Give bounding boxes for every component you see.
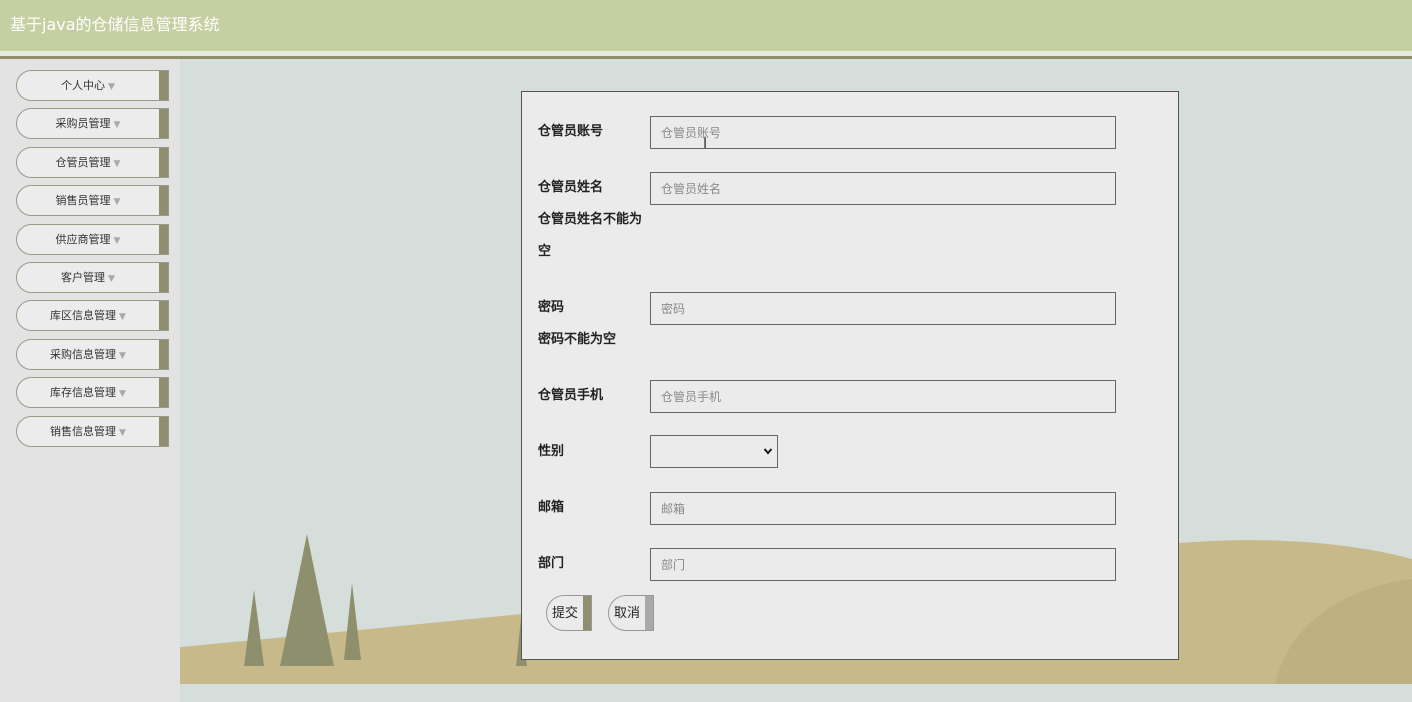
app-title: 基于java的仓储信息管理系统 <box>10 15 220 34</box>
sidebar-item-label: 销售员管理 <box>55 194 111 207</box>
caret-down-icon: ▼ <box>119 351 126 361</box>
submit-button-label: 提交 <box>551 606 578 621</box>
sidebar-item-label: 销售信息管理 <box>50 425 117 438</box>
sidebar-item-customer-management[interactable]: 客户管理 ▼ <box>16 262 169 293</box>
sidebar-item-label: 仓管员管理 <box>55 156 111 169</box>
email-label: 邮箱 <box>538 500 565 515</box>
sidebar-item-accent <box>159 301 168 330</box>
sidebar-item-accent <box>159 148 168 177</box>
caret-down-icon: ▼ <box>119 312 126 322</box>
sidebar-item-label: 供应商管理 <box>55 233 111 246</box>
caret-down-icon: ▼ <box>113 159 121 169</box>
tree-icon <box>344 583 361 660</box>
phone-input[interactable] <box>650 380 1116 413</box>
sidebar-item-label: 库区信息管理 <box>50 309 117 322</box>
sidebar-item-label: 库存信息管理 <box>50 386 117 399</box>
sidebar-item-purchase-info-management[interactable]: 采购信息管理 ▼ <box>16 339 169 370</box>
account-label: 仓管员账号 <box>538 124 604 139</box>
phone-label: 仓管员手机 <box>538 388 604 403</box>
text-cursor-icon: I <box>703 136 708 152</box>
sidebar-item-label: 客户管理 <box>61 271 106 284</box>
tree-icon <box>244 590 264 666</box>
caret-down-icon: ▼ <box>108 82 115 92</box>
submit-button[interactable]: 提交 <box>546 595 592 631</box>
gender-select[interactable] <box>650 435 778 468</box>
caret-down-icon: ▼ <box>113 236 121 246</box>
sidebar-item-label: 个人中心 <box>61 79 106 92</box>
password-input[interactable] <box>650 292 1116 325</box>
name-label: 仓管员姓名 <box>538 180 604 195</box>
department-input[interactable] <box>650 548 1116 581</box>
sidebar-item-label: 采购信息管理 <box>50 348 117 361</box>
account-input[interactable] <box>650 116 1116 149</box>
sidebar-item-accent <box>159 340 168 369</box>
warehouse-keeper-form: 仓管员账号 仓管员姓名 仓管员姓名不能为 空 密码 密码不能为空 仓管员手机 性… <box>521 91 1179 660</box>
submit-button-accent <box>583 596 591 630</box>
cancel-button-label: 取消 <box>613 606 640 621</box>
name-error-message: 仓管员姓名不能为 <box>538 212 643 227</box>
sidebar-item-sales-info-management[interactable]: 销售信息管理 ▼ <box>16 416 169 447</box>
name-error-message-continued: 空 <box>538 244 552 259</box>
department-label: 部门 <box>538 556 565 571</box>
sidebar-item-supplier-management[interactable]: 供应商管理 ▼ <box>16 224 169 255</box>
cancel-button[interactable]: 取消 <box>608 595 654 631</box>
sidebar-item-warehouse-keeper-management[interactable]: 仓管员管理 ▼ <box>16 147 169 178</box>
email-input[interactable] <box>650 492 1116 525</box>
sidebar-item-label: 采购员管理 <box>55 117 111 130</box>
sidebar-item-personal-center[interactable]: 个人中心 ▼ <box>16 70 169 101</box>
sidebar-item-accent <box>159 417 168 446</box>
sidebar-item-inventory-info-management[interactable]: 库存信息管理 ▼ <box>16 377 169 408</box>
sidebar-item-purchaser-management[interactable]: 采购员管理 ▼ <box>16 108 169 139</box>
sidebar-item-salesperson-management[interactable]: 销售员管理 ▼ <box>16 185 169 216</box>
sidebar-item-storage-zone-management[interactable]: 库区信息管理 ▼ <box>16 300 169 331</box>
caret-down-icon: ▼ <box>113 120 121 130</box>
sidebar-item-accent <box>159 225 168 254</box>
cancel-button-accent <box>645 596 653 630</box>
password-error-message: 密码不能为空 <box>538 332 617 347</box>
sidebar-item-accent <box>159 186 168 215</box>
footer-strip <box>180 684 1412 702</box>
caret-down-icon: ▼ <box>119 389 126 399</box>
sidebar: 个人中心 ▼ 采购员管理 ▼ 仓管员管理 ▼ 销售员管理 ▼ 供应商管理 ▼ 客户管理 ▼ … <box>0 59 180 702</box>
caret-down-icon: ▼ <box>113 197 121 207</box>
name-input[interactable] <box>650 172 1116 205</box>
caret-down-icon: ▼ <box>119 428 126 438</box>
caret-down-icon: ▼ <box>108 274 115 284</box>
chevron-down-icon <box>763 448 773 455</box>
gender-label: 性别 <box>538 444 565 459</box>
sidebar-item-accent <box>159 378 168 407</box>
tree-icon <box>280 534 334 666</box>
sidebar-item-accent <box>159 263 168 292</box>
sidebar-item-accent <box>159 71 168 100</box>
sidebar-item-accent <box>159 109 168 138</box>
password-label: 密码 <box>538 300 565 315</box>
top-header: 基于java的仓储信息管理系统 <box>0 0 1412 51</box>
